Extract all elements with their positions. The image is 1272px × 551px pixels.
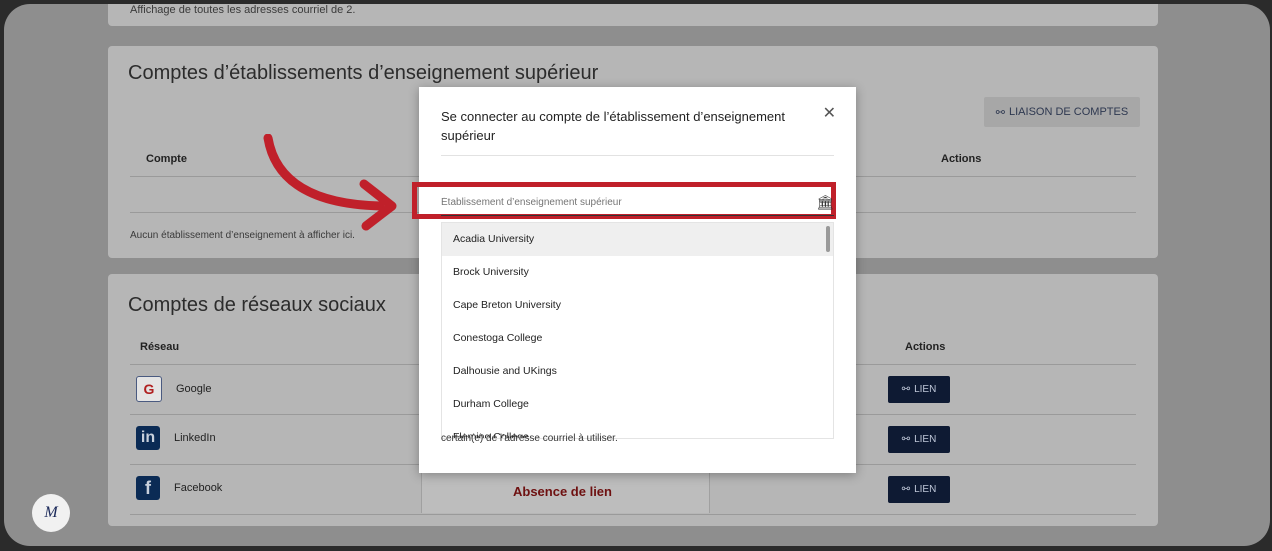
table-divider [130,514,1136,515]
modal-divider [441,155,834,156]
institution-dropdown-list[interactable]: Acadia University Brock University Cape … [441,222,834,439]
list-item[interactable]: Conestoga College [442,322,833,355]
network-name: LinkedIn [174,432,216,444]
google-icon: G [136,376,162,402]
dropdown-scrollbar[interactable] [826,226,830,252]
list-item[interactable]: Durham College [442,388,833,421]
institution-building-icon: 🏛︎ [816,194,834,210]
linkedin-icon: in [136,426,160,450]
network-name: Google [176,383,212,395]
screen-frame: Affichage de toutes les adresses courrie… [4,4,1270,546]
link-accounts-label: LIAISON DE COMPTES [1009,106,1129,118]
social-row-google: G Google [136,376,211,402]
institution-login-modal: Se connecter au compte de l’établissemen… [412,87,856,473]
email-card: Affichage de toutes les adresses courrie… [108,4,1158,26]
google-link-button[interactable]: ⚯ LIEN [888,376,950,403]
social-row-facebook: f Facebook [136,476,222,500]
close-icon[interactable]: ✕ [823,103,836,123]
institution-search-input[interactable] [441,197,801,208]
list-item[interactable]: Cape Breton University [442,289,833,322]
facebook-link-button[interactable]: ⚯ LIEN [888,476,950,503]
modal-note: certain(e) de l’adresse courriel à utili… [441,433,618,444]
page: Affichage de toutes les adresses courrie… [4,4,1270,546]
column-header-account: Compte [146,153,187,165]
list-item[interactable]: Acadia University [442,223,833,256]
column-header-actions: Actions [941,153,982,165]
social-row-linkedin: in LinkedIn [136,426,216,450]
list-item[interactable]: Dalhousie and UKings [442,355,833,388]
network-name: Facebook [174,482,223,494]
email-count-note: Affichage de toutes les adresses courrie… [130,4,356,16]
link-icon: ⚯ [901,484,911,495]
arrow-annotation-icon [263,134,397,231]
column-header-network: Réseau [140,341,180,353]
institution-search-field[interactable]: 🏛︎ [441,190,834,216]
link-button-label: LIEN [914,384,937,395]
facebook-icon: f [136,476,160,500]
brand-logo: M [32,494,70,532]
link-button-label: LIEN [914,434,937,445]
institutions-title: Comptes d’établissements d’enseignement … [128,62,599,84]
link-accounts-button[interactable]: ⚯ LIAISON DE COMPTES [984,97,1140,127]
list-item[interactable]: Brock University [442,256,833,289]
social-title: Comptes de réseaux sociaux [128,294,386,316]
modal-title: Se connecter au compte de l’établissemen… [441,109,785,143]
link-icon: ⚯ [995,106,1005,119]
link-icon: ⚯ [901,384,911,395]
link-button-label: LIEN [914,484,937,495]
facebook-status: Absence de lien [513,484,612,499]
linkedin-link-button[interactable]: ⚯ LIEN [888,426,950,453]
link-icon: ⚯ [901,434,911,445]
column-header-actions: Actions [905,341,946,353]
